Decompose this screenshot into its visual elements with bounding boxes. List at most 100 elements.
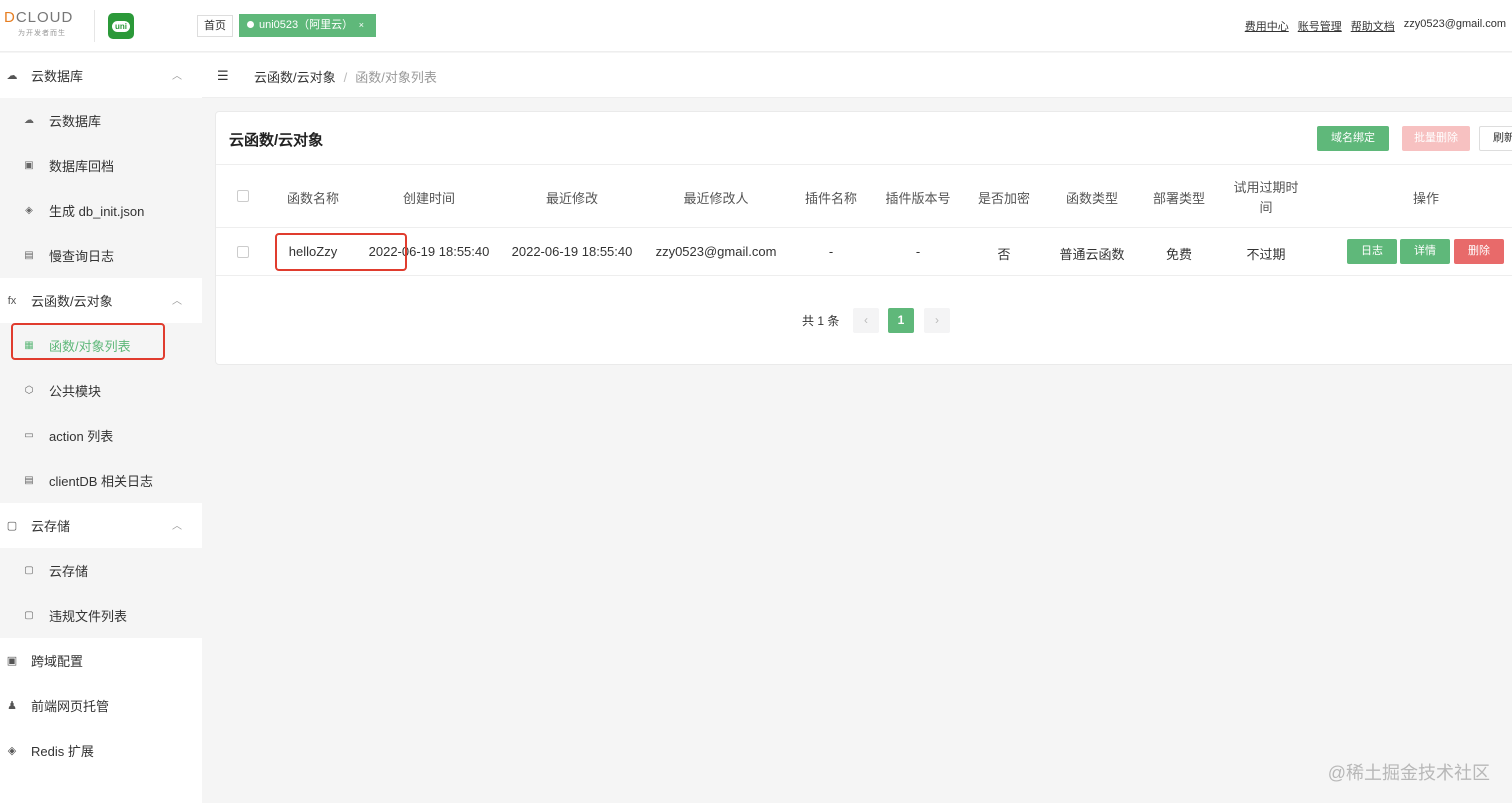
breadcrumb-current: 函数/对象列表 [355,70,437,85]
sidebar-group-database[interactable]: ☁ 云数据库 ︿ [0,53,202,98]
sidebar-group-cloud-function[interactable]: fx 云函数/云对象 ︿ [0,278,202,323]
cell-type: 普通云函数 [1059,247,1125,262]
pager-total: 共 1 条 [802,314,840,328]
select-all-checkbox[interactable] [237,190,249,202]
tab-close-icon[interactable]: × [359,14,364,37]
delete-button[interactable]: 删除 [1454,239,1504,264]
sidebar-item-database[interactable]: ☁ 云数据库 [0,98,202,143]
logo-d-mark: D [4,9,16,26]
sidebar-item-generate-db-init[interactable]: ◈ 生成 db_init.json [0,188,202,233]
sidebar-item-hosting[interactable]: ♟ 前端网页托管 [0,683,202,728]
top-links: 费用中心 账号管理 帮助文档 zzy0523@gmail.com [1245,18,1506,34]
row-checkbox[interactable] [237,246,249,258]
highlight-annotation [11,323,165,360]
link-help[interactable]: 帮助文档 [1351,18,1395,34]
sidebar-group-label: 云函数/云对象 [31,294,113,309]
action-icon: ▭ [24,430,34,441]
tab-status-dot-icon [247,20,254,28]
table-header: 是否加密 [977,191,1030,206]
pager-next-icon[interactable]: › [924,308,950,333]
dcloud-logo[interactable]: DCLOUD 为开发者而生 [4,9,84,43]
breadcrumb: 云函数/云对象 / 函数/对象列表 [254,67,437,86]
domain-bind-button[interactable]: 域名绑定 [1317,126,1389,151]
table-header-line: 间 [1259,200,1273,215]
rollback-icon: ▣ [24,160,34,171]
cell-expire: 不过期 [1246,247,1286,262]
table-header: 函数名称 [286,191,339,206]
sidebar-item-label: action 列表 [49,429,114,444]
highlight-annotation [275,233,407,271]
sidebar-item-action-list[interactable]: ▭ action 列表 [0,413,202,458]
sidebar-item-label: 跨域配置 [31,654,84,669]
breadcrumb-parent[interactable]: 云函数/云对象 [254,70,336,85]
sidebar-item-label: 公共模块 [49,384,102,399]
tab-home[interactable]: 首页 [197,15,233,37]
watermark: @稀土掘金技术社区 [1327,763,1490,783]
menu-toggle-icon[interactable]: ☰ [217,68,229,84]
generate-icon: ◈ [25,205,33,216]
table-header-line: 试用过期时 [1233,180,1299,195]
sidebar-item-clientdb-log[interactable]: ▤ clientDB 相关日志 [0,458,202,503]
card-divider [216,164,1512,165]
log-icon: ▤ [24,250,34,261]
logo-text: DCLOUD [4,9,84,26]
log-icon: ▤ [24,475,34,486]
sidebar-item-label: clientDB 相关日志 [49,474,154,489]
sidebar-item-label: 慢查询日志 [49,249,115,264]
sidebar-item-cors[interactable]: ▣ 跨域配置 [0,638,202,683]
cell-plugin: - [828,244,834,259]
table-divider [216,227,1512,228]
sidebar: ☁ 云数据库 ︿ ☁ 云数据库 ▣ 数据库回档 ◈ 生成 db_init.json ▤… [0,53,202,803]
sidebar-group-label: 云数据库 [31,69,84,84]
database-icon: ☁ [24,115,34,126]
sidebar-group-label: 云存储 [31,519,71,534]
table-header: 最近修改 [545,191,598,206]
cell-encrypted: 否 [997,247,1011,262]
page-title: 云函数/云对象 [229,132,324,149]
breadcrumb-separator: / [343,70,348,85]
sidebar-item-common-module[interactable]: ⬡ 公共模块 [0,368,202,413]
cors-icon: ▣ [6,655,18,667]
tab-active-space[interactable]: uni0523（阿里云） × [239,14,376,37]
user-email[interactable]: zzy0523@gmail.com [1404,18,1506,34]
sidebar-item-label: 数据库回档 [49,159,115,174]
sidebar-item-rollback[interactable]: ▣ 数据库回档 [0,143,202,188]
cell-plugin-version: - [915,244,921,259]
table-header: 函数类型 [1065,191,1118,206]
sidebar-item-label: 云存储 [49,564,89,579]
log-button[interactable]: 日志 [1347,239,1397,264]
table-header-expire: 试用过期时 间 [1228,178,1304,218]
logo-subtitle: 为开发者而生 [18,30,66,37]
table-header: 插件名称 [804,191,857,206]
cell-modifier: zzy0523@gmail.com [655,244,777,259]
sidebar-item-redis[interactable]: ◈ Redis 扩展 [0,728,202,773]
cell-deploy: 免费 [1165,247,1192,262]
pager-page-1[interactable]: 1 [888,308,914,333]
sidebar-item-label: 生成 db_init.json [49,204,145,219]
top-bar: DCLOUD 为开发者而生 uni 首页 uni0523（阿里云） × 费用中心… [0,0,1512,52]
table-header: 操作 [1412,191,1439,206]
table-header: 插件版本号 [885,191,951,206]
fx-icon: fx [7,294,17,307]
sidebar-item-slow-query-log[interactable]: ▤ 慢查询日志 [0,233,202,278]
sidebar-item-storage[interactable]: ▢ 云存储 [0,548,202,593]
detail-button[interactable]: 详情 [1400,239,1450,264]
batch-delete-button[interactable]: 批量删除 [1402,126,1470,151]
link-billing[interactable]: 费用中心 [1245,18,1289,34]
logo-text-rest: CLOUD [15,9,74,26]
module-icon: ⬡ [24,385,34,396]
sidebar-item-violation-files[interactable]: ▢ 违规文件列表 [0,593,202,638]
refresh-button[interactable]: 刷新 [1479,126,1512,151]
cell-modified: 2022-06-19 18:55:40 [511,244,633,259]
logo-divider [94,10,95,42]
sidebar-item-label: Redis 扩展 [31,744,94,759]
link-account[interactable]: 账号管理 [1298,18,1342,34]
database-icon: ☁ [6,70,18,82]
file-icon: ▢ [24,610,34,621]
sidebar-group-storage[interactable]: ▢ 云存储 ︿ [0,503,202,548]
function-list-card: 云函数/云对象 域名绑定 批量删除 刷新 函数名称 创建时间 最近修改 最近修改… [215,111,1512,365]
storage-icon: ▢ [24,565,34,576]
tab-active-label: uni0523（阿里云） [259,19,354,31]
pager-prev-icon[interactable]: ‹ [853,308,879,333]
uni-cloud-icon[interactable]: uni [108,13,134,39]
